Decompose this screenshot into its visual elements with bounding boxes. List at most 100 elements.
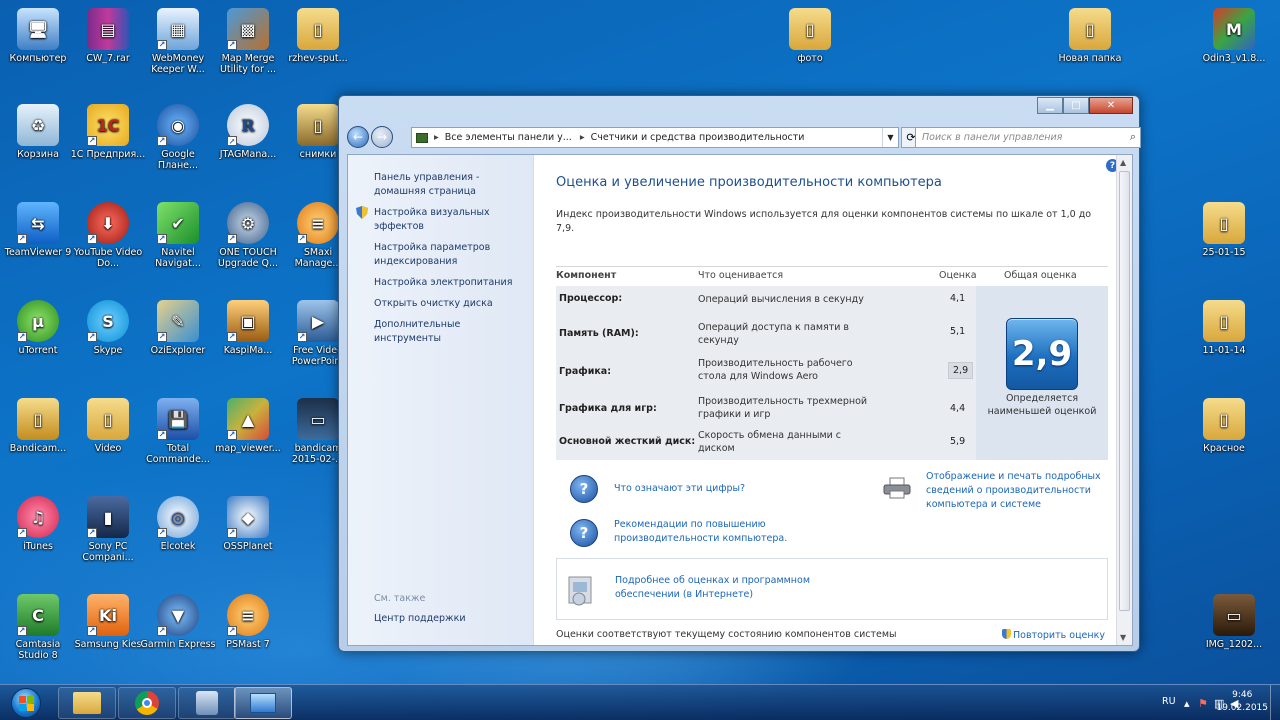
back-button[interactable]: ← (347, 126, 369, 148)
maximize-button[interactable]: □ (1063, 97, 1089, 114)
desktop-icon-rzhev-folder[interactable]: ▯ rzhev-sput... (280, 4, 356, 88)
desktop-icon-ozi[interactable]: ↗ ✎ OziExplorer (140, 296, 216, 380)
component-name: Основной жесткий диск: (559, 436, 696, 447)
desktop-icon-label: Garmin Express (140, 639, 216, 650)
minimize-button[interactable]: ▁ (1037, 97, 1063, 114)
language-indicator[interactable]: RU (1162, 696, 1176, 707)
desktop-icon-label: Video (94, 443, 122, 454)
desktop-icon-utorrent[interactable]: ↗ µ uTorrent (0, 296, 76, 380)
desktop-icon-elcotek[interactable]: ↗ ◎ Elcotek (140, 492, 216, 576)
desktop-icon-map-viewer[interactable]: ↗ ▲ map_viewer... (210, 394, 286, 478)
desktop-icon-navitel[interactable]: ↗ ✔ Navitel Navigat... (140, 198, 216, 282)
desktop-icon-bandicam-folder[interactable]: ▯ Bandicam... (0, 394, 76, 478)
desktop-icon-webmoney[interactable]: ↗ ▦ WebMoney Keeper W... (140, 4, 216, 88)
link-control-panel-home[interactable]: Панель управления - домашняя страница (374, 171, 525, 199)
link-indexing-options[interactable]: Настройка параметров индексирования (374, 241, 525, 269)
link-more-about-scores[interactable]: Подробнее об оценках и программном обесп… (615, 574, 855, 602)
desktop-icon-label: rzhev-sput... (288, 53, 348, 64)
desktop-icon-label: iTunes (23, 541, 53, 552)
desktop-icon-total-commander[interactable]: ↗ 💾 Total Commande... (140, 394, 216, 478)
utorrent-icon: ↗ µ (17, 300, 59, 342)
desktop-icon-psmast[interactable]: ↗ ≡ PSMast 7 (210, 590, 286, 674)
total-commander-icon: ↗ 💾 (157, 398, 199, 440)
scrollbar-thumb[interactable] (1119, 171, 1130, 611)
desktop-icon-skype[interactable]: ↗ S Skype (70, 296, 146, 380)
component-score-lowest: 2,9 (948, 362, 974, 379)
link-print-details[interactable]: Отображение и печать подробных сведений … (926, 470, 1110, 512)
desktop-icon-folder-11-01-14[interactable]: ▯ 11-01-14 (1186, 296, 1262, 380)
link-power-options[interactable]: Настройка электропитания (374, 276, 525, 290)
desktop-icon-foto-folder[interactable]: ▯ фото (772, 4, 848, 88)
windows-logo-icon (11, 688, 41, 718)
show-desktop-button[interactable] (1270, 685, 1280, 720)
taskbar-app[interactable] (178, 687, 236, 719)
desktop-icon-kaspi[interactable]: ↗ ▣ KaspiMa... (210, 296, 286, 380)
desktop-icon-sony-pc[interactable]: ↗ ▮ Sony PC Compani... (70, 492, 146, 576)
component-what: Операций доступа к памяти в секунду (698, 322, 850, 346)
header-what: Что оценивается (698, 270, 784, 281)
close-button[interactable]: ✕ (1089, 97, 1133, 114)
component-name: Процессор: (559, 293, 623, 304)
taskbar-control-panel[interactable] (234, 687, 292, 719)
taskbar-explorer[interactable] (58, 687, 116, 719)
desktop-icon-one-touch[interactable]: ↗ ⚙ ONE TOUCH Upgrade Q... (210, 198, 286, 282)
score-table: Процессор: Операций вычисления в секунду… (556, 286, 976, 460)
desktop-icon-computer[interactable]: 🖥 Компьютер (0, 4, 76, 88)
desktop-icon-1c[interactable]: ↗ 1С 1С Предприя... (70, 100, 146, 184)
desktop-icon-odin[interactable]: M Odin3_v1.8... (1196, 4, 1272, 88)
desktop-icon-itunes[interactable]: ↗ ♫ iTunes (0, 492, 76, 576)
breadcrumb-all-items[interactable]: Все элементы панели у... (445, 132, 572, 143)
desktop-icon-camtasia[interactable]: ↗ C Camtasia Studio 8 (0, 590, 76, 674)
link-what-numbers-mean[interactable]: Что означают эти цифры? (614, 482, 745, 496)
rerun-assessment-link[interactable]: Повторить оценку (1002, 629, 1105, 641)
minimize-icon: ▁ (1046, 100, 1054, 111)
desktop-icon-youtube-dl[interactable]: ↗ ⬇ YouTube Video Do... (70, 198, 146, 282)
forward-button[interactable]: → (371, 126, 393, 148)
desktop-icon-krasnoe-folder[interactable]: ▯ Красное (1186, 394, 1262, 478)
desktop-icon-folder-25-01-15[interactable]: ▯ 25-01-15 (1186, 198, 1262, 282)
vertical-scrollbar[interactable]: ▲ ▼ (1116, 155, 1132, 645)
system-tray: RU ▴ ⚑ ▥ ◀ 9:46 19.02.2015 (1080, 685, 1280, 720)
webmoney-icon: ↗ ▦ (157, 8, 199, 50)
folder-icon: ▯ (297, 8, 339, 50)
desktop-icon-ossplanet[interactable]: ↗ ◆ OSSPlanet (210, 492, 286, 576)
search-input[interactable]: Поиск в панели управления ⌕ (915, 127, 1141, 148)
folder-icon: ▯ (87, 398, 129, 440)
desktop-icon-google-earth[interactable]: ↗ ◉ Google Плане... (140, 100, 216, 184)
rerun-label: Повторить оценку (1013, 630, 1105, 641)
link-advanced-tools[interactable]: Дополнительные инструменты (374, 318, 525, 346)
desktop-icon-new-folder[interactable]: ▯ Новая папка (1052, 4, 1128, 88)
desktop-icon-label: IMG_1202... (1205, 639, 1263, 650)
folder-icon: ▯ (789, 8, 831, 50)
desktop-icon-video-folder[interactable]: ▯ Video (70, 394, 146, 478)
scroll-up-icon[interactable]: ▲ (1120, 158, 1126, 167)
action-center-icon[interactable]: ⚑ (1198, 697, 1208, 710)
tray-arrow-icon[interactable]: ▴ (1184, 697, 1190, 710)
ppt-video-icon: ↗ ▶ (297, 300, 339, 342)
desktop-icon-recycle-bin[interactable]: ♻ Корзина (0, 100, 76, 184)
desktop-icon-label: Sony PC Compani... (82, 541, 134, 563)
link-action-center[interactable]: Центр поддержки (374, 612, 466, 626)
desktop-icon-img[interactable]: ▭ IMG_1202... (1196, 590, 1272, 674)
link-recommendations[interactable]: Рекомендации по повышению производительн… (614, 518, 814, 546)
search-icon[interactable]: ⌕ (1130, 130, 1136, 144)
shield-icon (356, 206, 368, 219)
link-disk-cleanup[interactable]: Открыть очистку диска (374, 297, 525, 311)
smaxi-icon: ↗ ≡ (297, 202, 339, 244)
desktop-icon-label: YouTube Video Do... (73, 247, 143, 269)
desktop-icon-cw-rar[interactable]: ▤ CW_7.rar (70, 4, 146, 88)
address-dropdown-icon[interactable]: ▼ (882, 128, 898, 147)
start-button[interactable] (4, 685, 48, 720)
desktop-icon-kies[interactable]: ↗ Ki Samsung Kies (70, 590, 146, 674)
taskbar-chrome[interactable] (118, 687, 176, 719)
clock-time: 9:46 (1232, 690, 1253, 700)
desktop-icon-garmin[interactable]: ↗ ▼ Garmin Express (140, 590, 216, 674)
breadcrumb-performance[interactable]: Счетчики и средства производительности (591, 132, 805, 143)
clock[interactable]: 9:46 19.02.2015 (1216, 689, 1268, 715)
desktop-icon-jtag[interactable]: ↗ R JTAGMana... (210, 100, 286, 184)
scroll-down-icon[interactable]: ▼ (1120, 633, 1126, 642)
desktop-icon-teamviewer[interactable]: ↗ ⇆ TeamViewer 9 (0, 198, 76, 282)
link-visual-effects[interactable]: Настройка визуальных эффектов (356, 206, 525, 234)
address-bar[interactable]: ▸ Все элементы панели у... ▸ Счетчики и … (411, 127, 899, 148)
desktop-icon-map-merge[interactable]: ↗ ▩ Map Merge Utility for ... (210, 4, 286, 88)
